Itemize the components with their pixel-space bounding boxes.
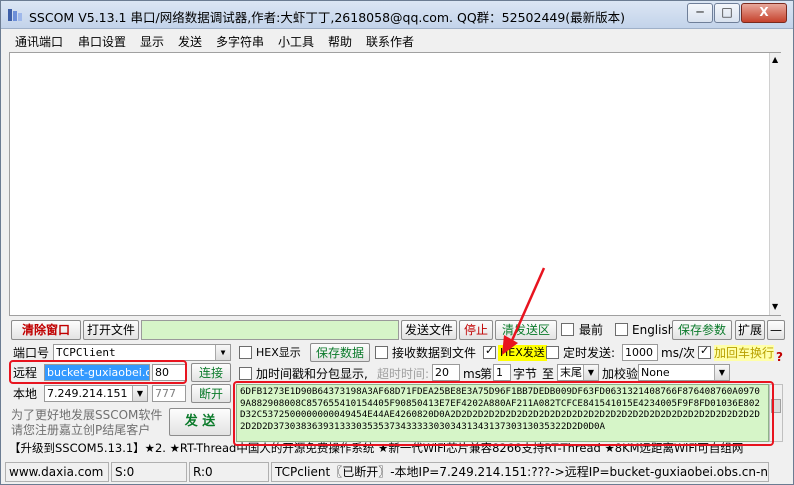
recv-to-file-label: 接收数据到文件	[392, 346, 477, 360]
local-ip-select[interactable]: 7.249.214.151 ▼	[44, 385, 148, 402]
menu-serial-settings[interactable]: 串口设置	[78, 33, 126, 50]
nth-input[interactable]: 1	[493, 364, 511, 381]
connect-button[interactable]: 连接	[191, 363, 231, 382]
status-received-count: R:0	[189, 462, 269, 482]
interval-unit: ms/次	[661, 346, 695, 360]
recv-to-file-checkbox[interactable]	[375, 346, 388, 359]
timeout-unit: ms	[463, 367, 481, 381]
end-select[interactable]: 末尾 ▼	[557, 364, 599, 381]
sscom-window: SSCOM V5.13.1 串口/网络数据调试器,作者:大虾丁丁,2618058…	[0, 0, 794, 485]
checksum-label: 加校验	[602, 367, 639, 381]
minimize-button[interactable]: ─	[687, 3, 713, 23]
menu-bar: 通讯端口 串口设置 显示 发送 多字符串 小工具 帮助 联系作者	[1, 29, 793, 51]
remote-annotation-box	[9, 360, 187, 384]
open-file-button[interactable]: 打开文件	[83, 320, 139, 340]
end-select-value: 末尾	[560, 366, 582, 379]
local-label: 本地	[13, 387, 38, 401]
nth-label: 第	[480, 367, 493, 381]
timeout-input[interactable]: 20	[432, 364, 460, 381]
promo-line-2[interactable]: 请您注册嘉立创P结尾客户	[11, 422, 150, 438]
send-data-annotation-box	[233, 381, 774, 446]
interval-input[interactable]: 1000	[622, 344, 658, 361]
menu-display[interactable]: 显示	[140, 33, 164, 50]
port-select-value: TCPClient	[56, 346, 116, 359]
topmost-checkbox[interactable]	[561, 323, 574, 336]
to-label: 至	[542, 367, 555, 381]
file-path-field[interactable]	[141, 320, 399, 340]
timestamp-label: 加时间戳和分包显示,	[256, 367, 368, 381]
hex-display-label: HEX显示	[256, 346, 301, 359]
menu-contact-author[interactable]: 联系作者	[366, 33, 414, 50]
scroll-down-icon[interactable]: ▼	[772, 302, 778, 311]
menu-send[interactable]: 发送	[178, 33, 202, 50]
chevron-down-icon: ▼	[132, 386, 147, 401]
stop-button[interactable]: 停止	[459, 320, 493, 340]
port-label: 端口号	[13, 346, 50, 360]
local-ip-value: 7.249.214.151	[47, 387, 128, 400]
send-file-button[interactable]: 发送文件	[401, 320, 457, 340]
receive-text-area[interactable]	[9, 52, 781, 316]
send-button[interactable]: 发 送	[169, 408, 231, 436]
menu-tools[interactable]: 小工具	[278, 33, 314, 50]
checksum-select[interactable]: None ▼	[638, 364, 730, 381]
menu-help[interactable]: 帮助	[328, 33, 352, 50]
maximize-button[interactable]: □	[714, 3, 740, 23]
expand-button[interactable]: 扩展	[735, 320, 765, 340]
disconnect-button[interactable]: 断开	[191, 384, 231, 403]
promo-line-1[interactable]: 为了更好地发展SSCOM软件	[11, 407, 162, 423]
close-button[interactable]: X	[741, 3, 787, 23]
add-crlf-checkbox[interactable]	[698, 344, 711, 359]
menu-multi-string[interactable]: 多字符串	[216, 33, 264, 50]
status-connection: TCPclient〖已断开〗-本地IP=7.249.214.151:???->远…	[271, 462, 769, 482]
status-sent-count: S:0	[111, 462, 187, 482]
hex-display-checkbox[interactable]	[239, 346, 252, 359]
scroll-up-icon[interactable]: ▲	[772, 55, 778, 64]
receive-scrollbar[interactable]: ▲ ▼	[769, 53, 781, 315]
title-bar[interactable]: SSCOM V5.13.1 串口/网络数据调试器,作者:大虾丁丁,2618058…	[1, 1, 793, 29]
checksum-select-value: None	[641, 366, 670, 379]
app-icon	[8, 9, 22, 21]
timeout-label: 超时时间:	[377, 367, 430, 381]
hex-send-checkbox[interactable]	[483, 344, 496, 359]
status-website[interactable]: www.daxia.com	[5, 462, 109, 482]
timed-send-label: 定时发送:	[563, 346, 616, 360]
add-crlf-label: 加回车换行	[714, 345, 775, 361]
topmost-label: 最前	[579, 323, 604, 337]
chevron-down-icon: ▼	[583, 365, 598, 380]
save-data-button[interactable]: 保存数据	[310, 343, 370, 362]
local-port-input[interactable]: 777	[152, 385, 186, 402]
english-label: English	[632, 323, 676, 337]
port-select[interactable]: TCPClient ▼	[53, 344, 231, 361]
chevron-down-icon: ▼	[714, 365, 729, 380]
menu-comm-port[interactable]: 通讯端口	[15, 33, 63, 50]
clear-window-button[interactable]: 清除窗口	[11, 320, 81, 340]
byte-label: 字节	[513, 367, 538, 381]
english-checkbox[interactable]	[615, 323, 628, 336]
timestamp-checkbox[interactable]	[239, 367, 252, 380]
window-title: SSCOM V5.13.1 串口/网络数据调试器,作者:大虾丁丁,2618058…	[29, 10, 626, 25]
collapse-button[interactable]: —	[767, 320, 785, 340]
help-question-icon[interactable]: ?	[776, 349, 783, 365]
annotation-arrow-icon	[502, 267, 546, 355]
chevron-down-icon: ▼	[215, 345, 230, 360]
save-params-button[interactable]: 保存参数	[672, 320, 732, 340]
